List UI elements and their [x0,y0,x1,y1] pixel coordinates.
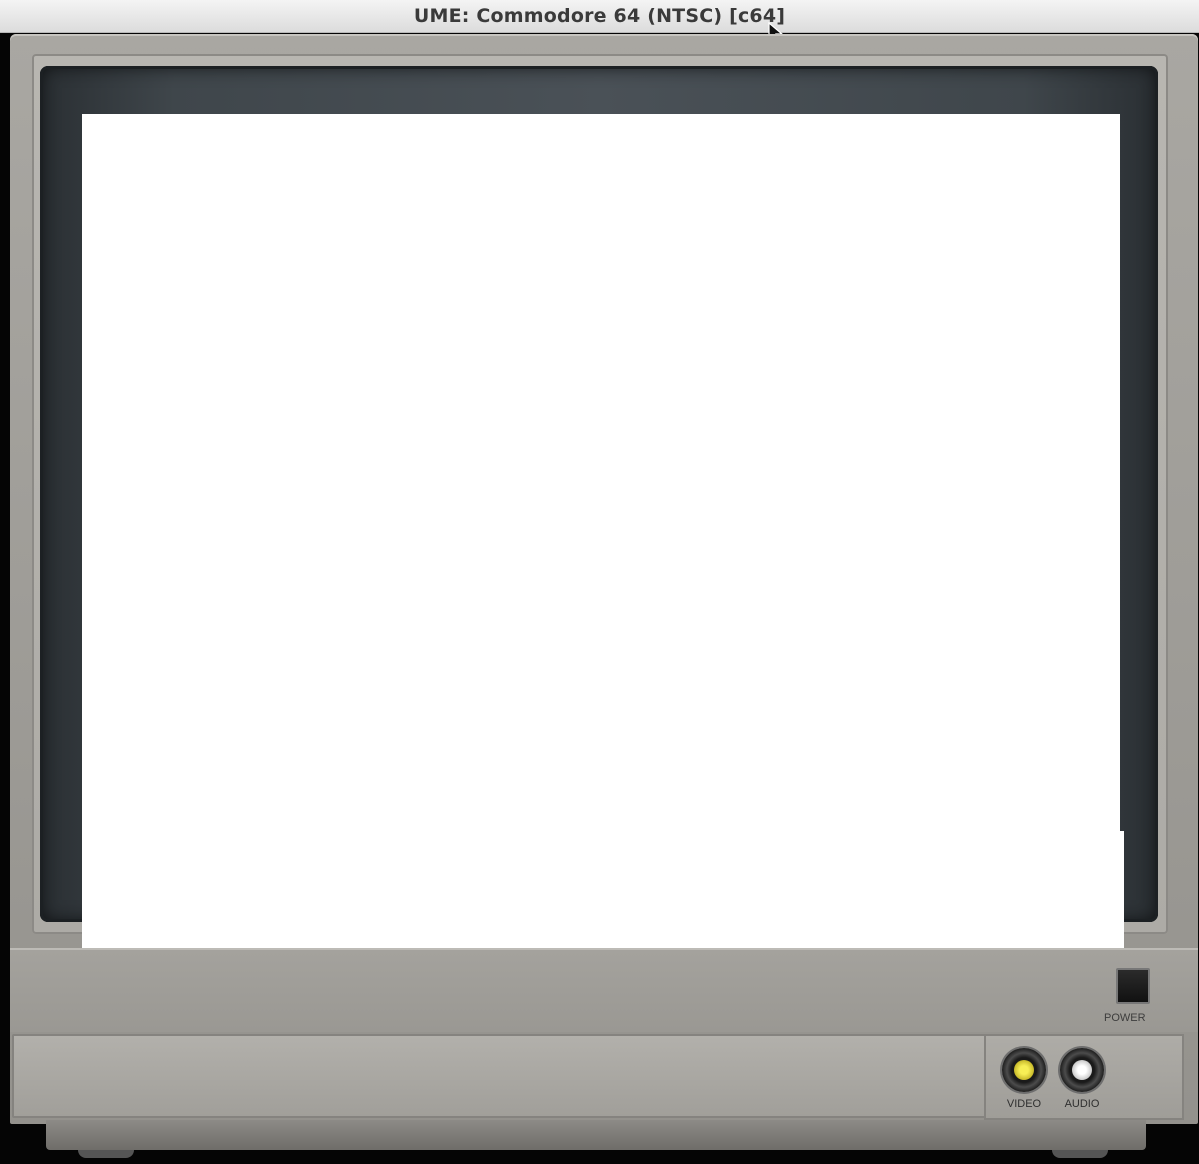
power-button[interactable] [1116,968,1150,1004]
audio-label: AUDIO [1064,1098,1100,1110]
audio-jack-core [1072,1060,1092,1080]
title-bar[interactable]: UME: Commodore 64 (NTSC) [c64] [0,0,1199,43]
monitor-base [46,1120,1146,1150]
audio-jack-icon [1060,1048,1104,1092]
window-title: UME: Commodore 64 (NTSC) [c64] [413,5,786,27]
monitor-foot-right [1052,1150,1108,1158]
power-label: POWER [1104,1012,1146,1024]
monitor-front-strip [12,1034,986,1118]
crt-monitor-artwork: POWER VIDEO AUDIO [10,34,1198,1158]
av-jack-panel: VIDEO AUDIO [984,1034,1184,1120]
emulator-screen[interactable] [82,114,1120,1022]
emulator-window: UME: Commodore 64 (NTSC) [c64] POWER VID… [0,0,1199,1164]
monitor-control-panel [10,948,1198,1032]
monitor-foot-left [78,1150,134,1158]
video-label: VIDEO [1006,1098,1042,1110]
video-jack-icon [1002,1048,1046,1092]
video-jack-core [1014,1060,1034,1080]
